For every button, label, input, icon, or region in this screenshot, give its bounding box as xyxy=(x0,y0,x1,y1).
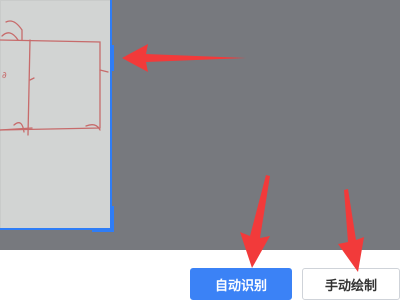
manual-draw-button[interactable]: 手动绘制 xyxy=(302,268,400,300)
crop-handle-bottom-right-horizontal[interactable] xyxy=(92,228,114,232)
canvas-workspace: ∂ xyxy=(0,0,400,250)
selection-frame[interactable] xyxy=(0,0,112,230)
auto-recognize-button[interactable]: 自动识别 xyxy=(190,268,292,300)
crop-handle-right[interactable] xyxy=(110,45,114,71)
